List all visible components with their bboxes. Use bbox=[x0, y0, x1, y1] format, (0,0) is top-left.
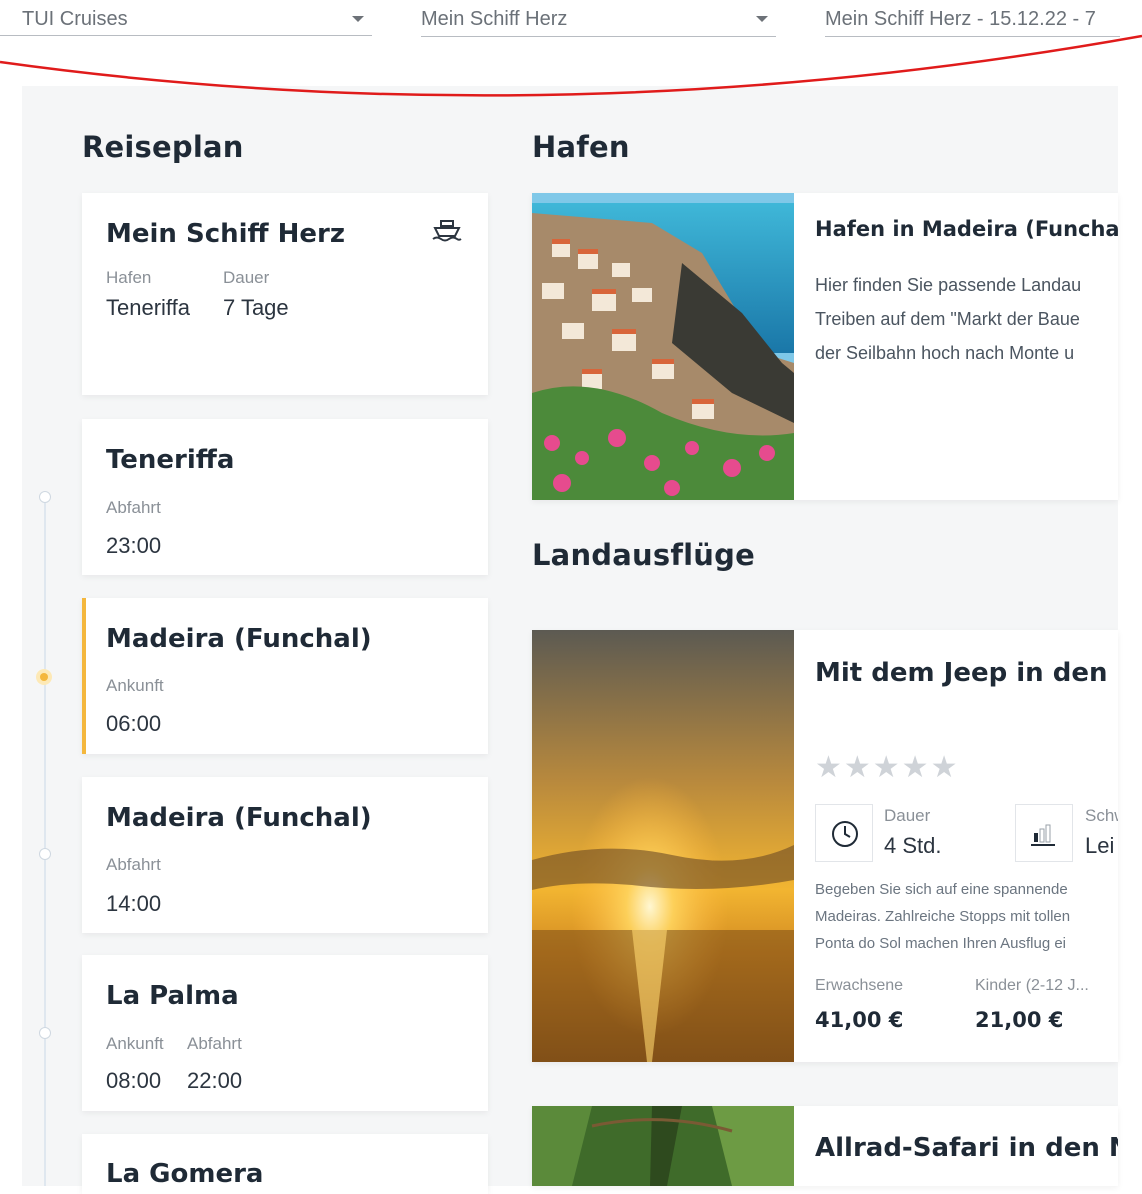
timeline-line bbox=[44, 496, 46, 1186]
excursion-desc-line: Madeiras. Zahlreiche Stopps mit tollen bbox=[815, 908, 1071, 925]
ship-icon bbox=[432, 220, 462, 242]
port-value: Teneriffa bbox=[106, 295, 190, 320]
stop-time-label: Abfahrt bbox=[106, 498, 161, 517]
excursion-desc-line: Begeben Sie sich auf eine spannende bbox=[815, 881, 1068, 898]
stop-name: Madeira (Funchal) bbox=[106, 803, 372, 833]
clock-icon bbox=[815, 804, 873, 862]
ship-overview-card[interactable]: Mein Schiff Herz Hafen Dauer Teneriffa 7… bbox=[82, 193, 488, 395]
child-price: 21,00 € bbox=[975, 1008, 1064, 1032]
timeline-dot-active bbox=[36, 669, 52, 685]
sunset-image bbox=[532, 630, 794, 1062]
active-indicator bbox=[82, 598, 86, 754]
stop-time-label: Abfahrt bbox=[106, 855, 161, 874]
departure-value: 22:00 bbox=[187, 1068, 243, 1093]
duration-label: Dauer bbox=[223, 268, 270, 287]
excursion-title: Mit dem Jeep in den Sc bbox=[815, 658, 1118, 688]
duration-label: Dauer bbox=[884, 806, 931, 825]
stop-name: Teneriffa bbox=[106, 445, 235, 475]
stop-card-madeira-arrival[interactable]: Madeira (Funchal) Ankunft 06:00 bbox=[82, 598, 488, 754]
stop-time-value: 23:00 bbox=[106, 533, 162, 558]
adult-label: Erwachsene bbox=[815, 977, 904, 994]
departure-label: Abfahrt bbox=[187, 1034, 242, 1053]
stop-card-madeira-departure[interactable]: Madeira (Funchal) Abfahrt 14:00 bbox=[82, 777, 488, 933]
excursion-card-jeep[interactable]: Mit dem Jeep in den Sc ★★★★★ Dauer 4 Std… bbox=[532, 630, 1118, 1062]
timeline-dot bbox=[39, 1027, 51, 1039]
port-card-title: Hafen in Madeira (Funchal) bbox=[815, 217, 1118, 241]
port-desc-line: Treiben auf dem "Markt der Baue bbox=[815, 309, 1080, 329]
itinerary-title: Reiseplan bbox=[82, 130, 244, 164]
child-label: Kinder (2-12 J... bbox=[975, 977, 1089, 994]
arrival-value: 08:00 bbox=[106, 1068, 162, 1093]
duration-value: 7 Tage bbox=[223, 295, 289, 320]
port-card[interactable]: Hafen in Madeira (Funchal) Hier finden S… bbox=[532, 193, 1118, 500]
stop-name: Madeira (Funchal) bbox=[106, 624, 372, 654]
stop-time-label: Ankunft bbox=[106, 676, 164, 695]
arrival-label: Ankunft bbox=[106, 1034, 164, 1053]
stop-card-la-palma[interactable]: La Palma Ankunft Abfahrt 08:00 22:00 bbox=[82, 955, 488, 1111]
stop-name: La Palma bbox=[106, 981, 239, 1011]
madeira-coast-image bbox=[532, 193, 794, 500]
difficulty-value: Lei bbox=[1085, 833, 1115, 858]
difficulty-label: Schw bbox=[1085, 806, 1118, 825]
stop-time-value: 06:00 bbox=[106, 711, 162, 736]
port-label: Hafen bbox=[106, 268, 152, 287]
port-desc-line: der Seilbahn hoch nach Monte u bbox=[815, 343, 1075, 363]
timeline-dot bbox=[39, 491, 51, 503]
excursion-card-safari[interactable]: Allrad-Safari in den N bbox=[532, 1106, 1118, 1186]
difficulty-icon bbox=[1015, 804, 1073, 862]
adult-price: 41,00 € bbox=[815, 1008, 904, 1032]
stop-card-la-gomera[interactable]: La Gomera bbox=[82, 1134, 488, 1194]
stop-card-teneriffa[interactable]: Teneriffa Abfahrt 23:00 bbox=[82, 419, 488, 575]
stop-time-value: 14:00 bbox=[106, 891, 162, 916]
ship-name: Mein Schiff Herz bbox=[106, 219, 346, 249]
duration-value: 4 Std. bbox=[884, 833, 942, 858]
forest-image bbox=[532, 1106, 794, 1186]
rating-stars: ★★★★★ bbox=[815, 751, 960, 784]
excursion-title: Allrad-Safari in den N bbox=[815, 1133, 1118, 1163]
port-desc-line: Hier finden Sie passende Landau bbox=[815, 275, 1082, 295]
timeline-dot bbox=[39, 848, 51, 860]
annotation-arc bbox=[0, 34, 1142, 97]
excursion-desc-line: Ponta do Sol machen Ihren Ausflug ei bbox=[815, 935, 1067, 952]
port-section-title: Hafen bbox=[532, 130, 630, 164]
stop-name: La Gomera bbox=[106, 1159, 264, 1189]
excursions-title: Landausflüge bbox=[532, 538, 755, 572]
